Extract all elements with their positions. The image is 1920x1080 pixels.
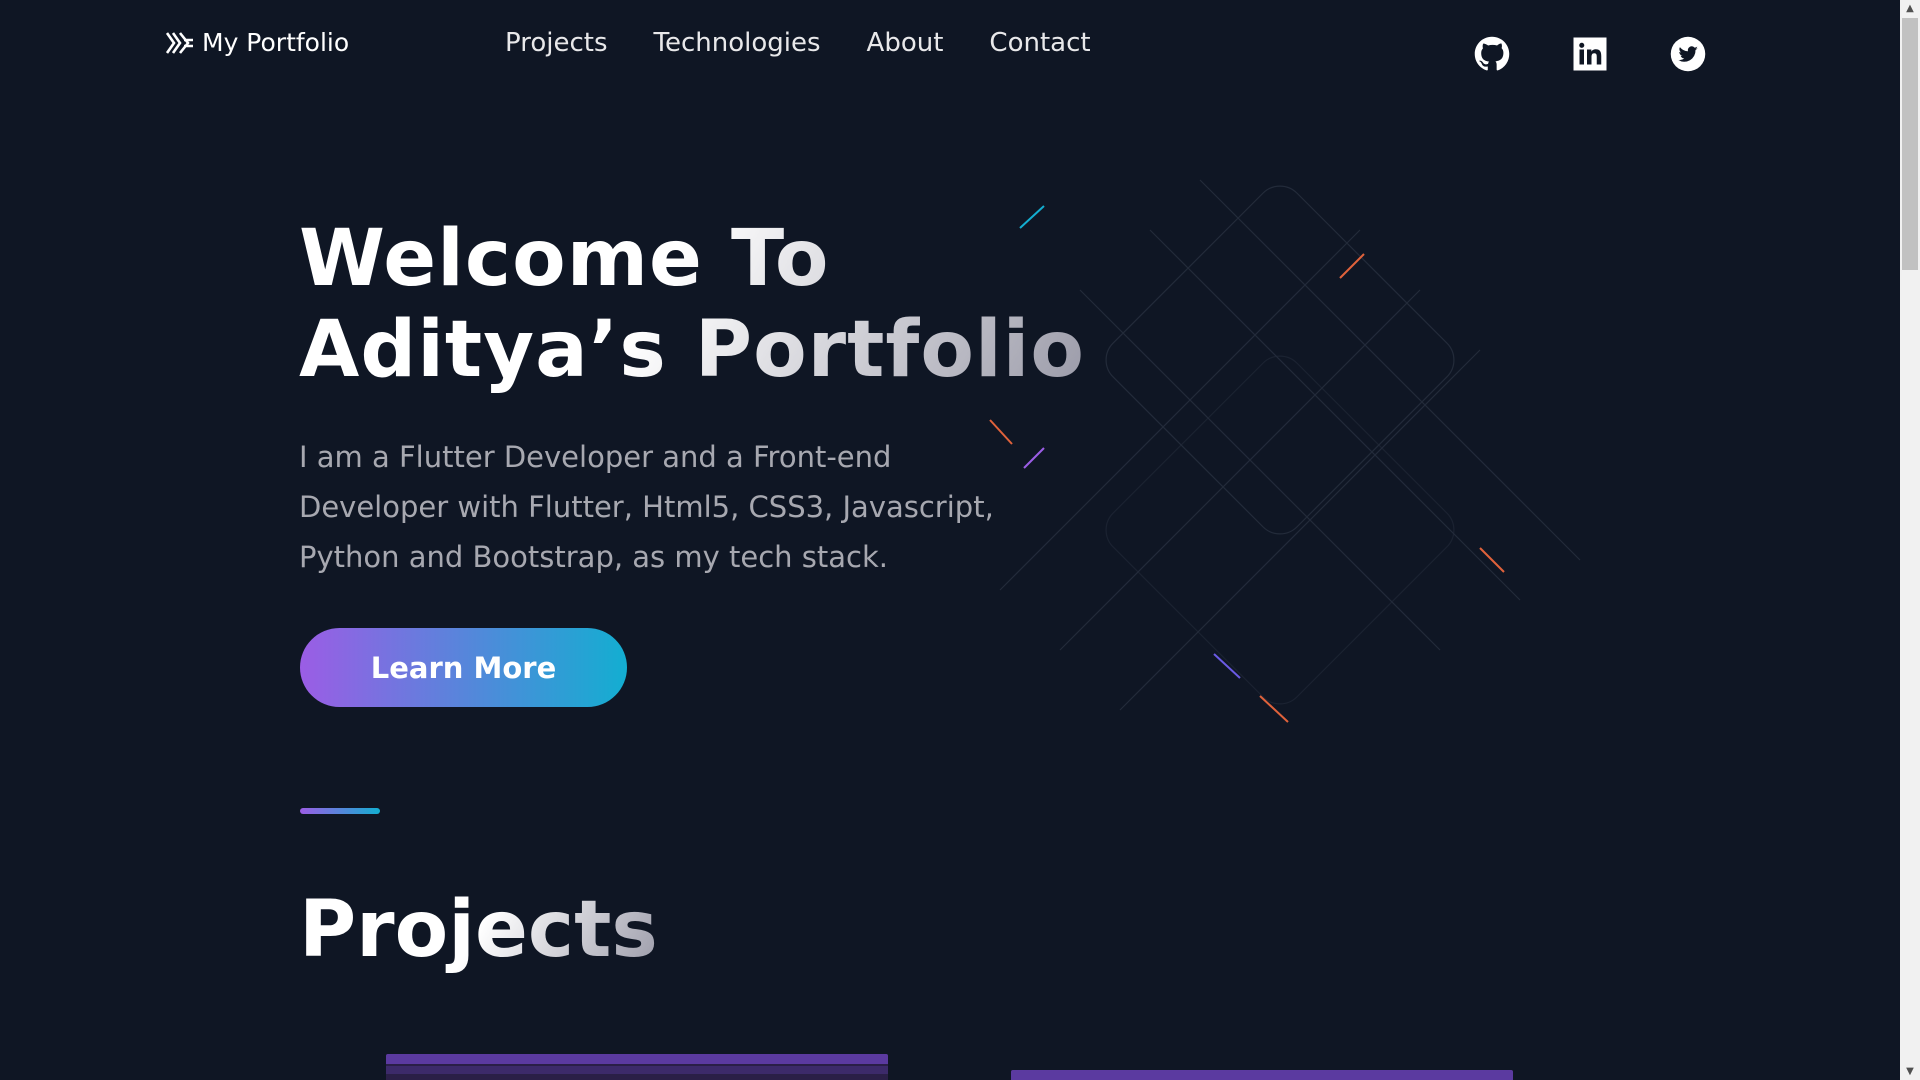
section-divider	[300, 808, 380, 814]
hero-title-line-2: Aditya’s Portfolio	[299, 305, 1086, 395]
hero-title-line-1: Welcome To	[299, 214, 830, 304]
main-nav: Projects Technologies About Contact	[505, 28, 1091, 58]
linkedin-icon[interactable]	[1570, 34, 1610, 74]
nav-about[interactable]: About	[867, 28, 944, 58]
learn-more-button[interactable]: Learn More	[300, 628, 627, 707]
nav-contact[interactable]: Contact	[989, 28, 1090, 58]
github-icon[interactable]	[1472, 34, 1512, 74]
logo-link[interactable]: My Portfolio	[166, 28, 349, 57]
hero-description: I am a Flutter Developer and a Front-end…	[299, 440, 994, 574]
scrollbar-thumb[interactable]	[1902, 18, 1918, 270]
hero-title: Welcome To Aditya’s Portfolio	[299, 214, 1085, 396]
logo-icon	[166, 31, 193, 54]
nav-technologies[interactable]: Technologies	[654, 28, 821, 58]
vertical-scrollbar[interactable]: ▲ ▼	[1900, 0, 1920, 1080]
scroll-up-arrow-icon[interactable]: ▲	[1900, 0, 1920, 17]
nav-projects[interactable]: Projects	[505, 28, 608, 58]
project-thumbnail[interactable]	[1011, 1070, 1513, 1080]
projects-section-title: Projects	[299, 885, 658, 975]
logo-text: My Portfolio	[202, 28, 350, 57]
project-thumbnail[interactable]	[386, 1054, 888, 1080]
scroll-down-arrow-icon[interactable]: ▼	[1900, 1063, 1920, 1080]
page: My Portfolio Projects Technologies About…	[0, 0, 1900, 1080]
twitter-icon[interactable]	[1668, 34, 1708, 74]
